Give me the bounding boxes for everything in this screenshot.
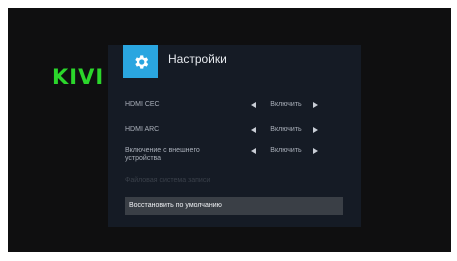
brand-logo: KIVI (52, 65, 105, 89)
setting-label: HDMI CEC (125, 101, 160, 108)
panel-header: Настройки (108, 45, 361, 81)
arrow-right-icon[interactable] (313, 102, 318, 108)
setting-label-disabled: Файловая система записи (125, 177, 211, 184)
page-title: Настройки (168, 52, 227, 66)
option-selector[interactable]: Включить (251, 126, 331, 136)
settings-panel: Настройки HDMI CEC Включить HDMI ARC Вкл… (108, 45, 361, 227)
option-value: Включить (270, 101, 302, 108)
option-value: Включить (270, 126, 302, 133)
arrow-right-icon[interactable] (313, 127, 318, 133)
arrow-left-icon[interactable] (251, 127, 256, 133)
reset-label: Восстановить по умолчанию (129, 202, 222, 209)
arrow-left-icon[interactable] (251, 148, 256, 154)
option-value: Включить (270, 147, 302, 154)
option-selector[interactable]: Включить (251, 101, 331, 111)
setting-label: HDMI ARC (125, 126, 160, 133)
reset-defaults-button[interactable]: Восстановить по умолчанию (125, 197, 343, 215)
settings-icon-box (123, 45, 158, 78)
arrow-right-icon[interactable] (313, 148, 318, 154)
setting-label: Включение с внешнего устройства (125, 147, 200, 162)
tv-screen: KIVI Настройки HDMI CEC Включить HDMI AR… (8, 8, 451, 252)
gear-icon (134, 54, 148, 69)
option-selector[interactable]: Включить (251, 147, 331, 157)
arrow-left-icon[interactable] (251, 102, 256, 108)
